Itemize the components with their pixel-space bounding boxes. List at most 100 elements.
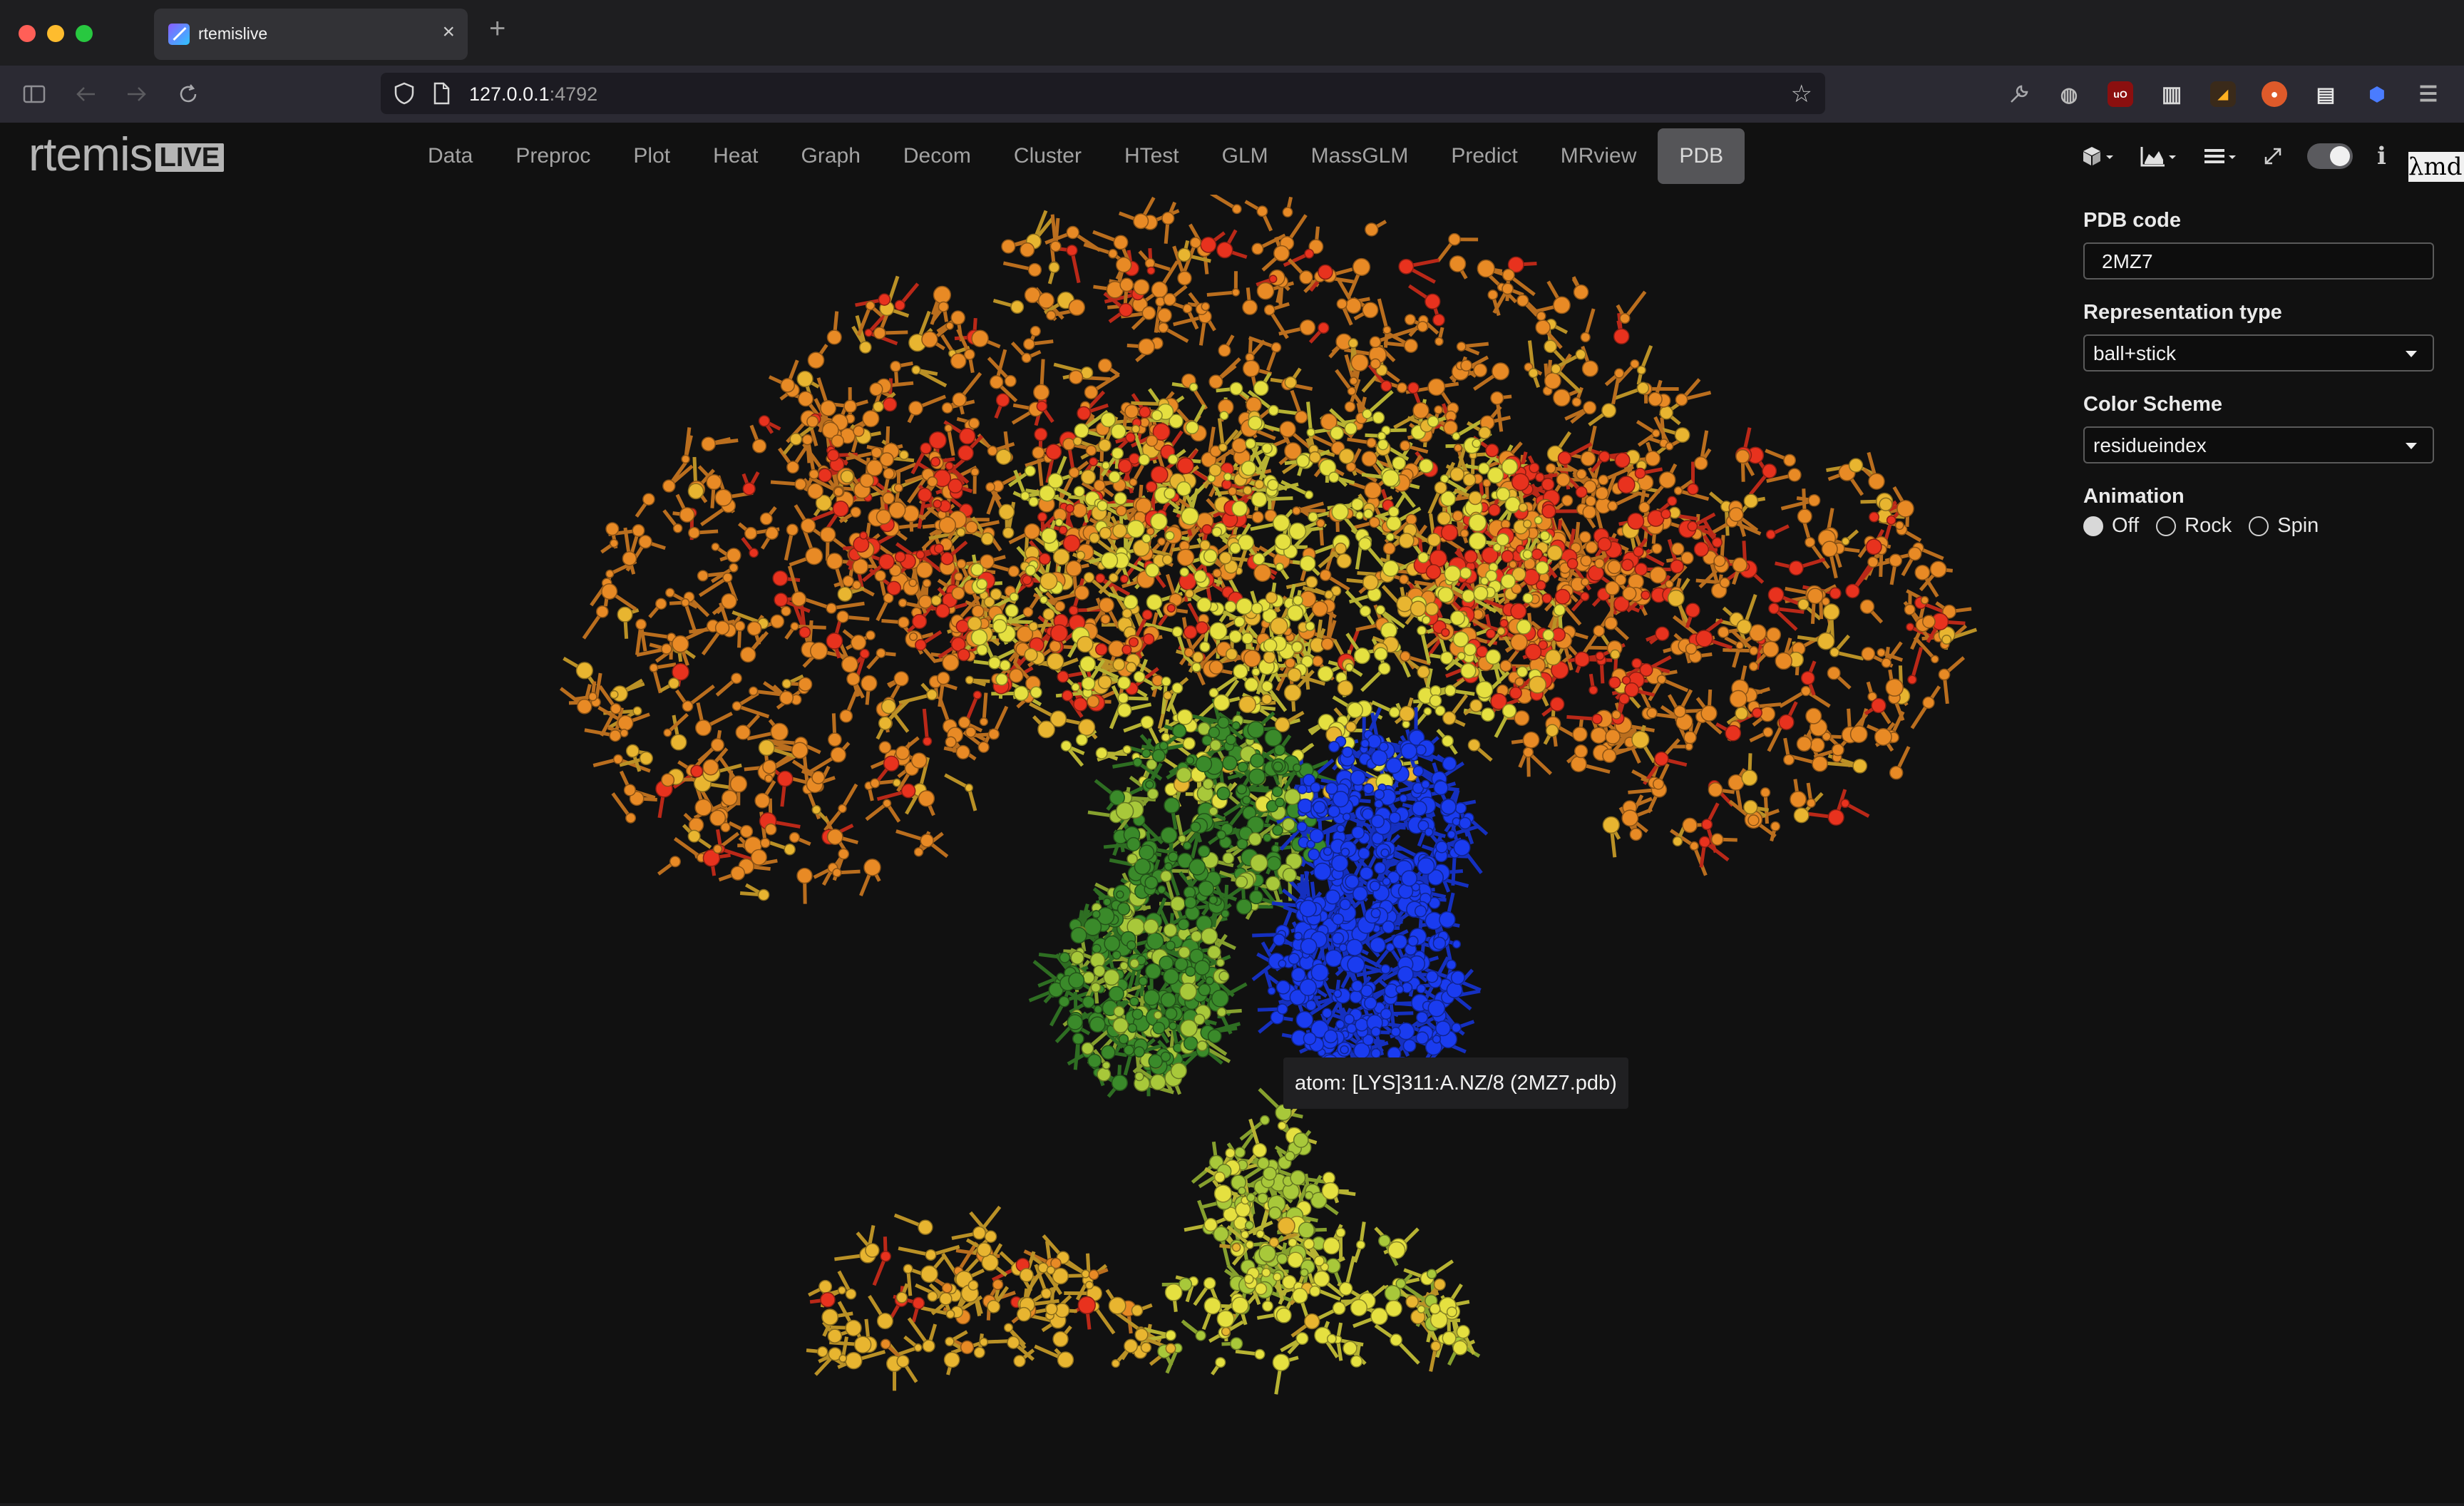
atom[interactable]	[1133, 213, 1149, 230]
atom[interactable]	[623, 784, 637, 796]
atom[interactable]	[1010, 300, 1025, 314]
atom[interactable]	[938, 516, 956, 534]
atom[interactable]	[1243, 485, 1253, 496]
atom[interactable]	[759, 512, 773, 526]
atom[interactable]	[649, 663, 659, 672]
atom[interactable]	[735, 724, 751, 740]
atom[interactable]	[1619, 312, 1631, 324]
back-arrow-icon[interactable]	[70, 78, 101, 110]
atom[interactable]	[959, 428, 976, 445]
atom[interactable]	[1424, 293, 1441, 309]
atom[interactable]	[1528, 368, 1539, 379]
atom[interactable]	[1002, 526, 1015, 539]
atom[interactable]	[798, 391, 813, 407]
atom[interactable]	[1583, 401, 1597, 415]
grid-extension-icon[interactable]: ▥	[2159, 81, 2185, 107]
atom[interactable]	[811, 770, 826, 784]
atom[interactable]	[694, 719, 712, 737]
atom[interactable]	[1085, 445, 1097, 456]
atom[interactable]	[846, 672, 861, 686]
atom[interactable]	[1200, 236, 1217, 253]
atom[interactable]	[1434, 405, 1443, 415]
atom[interactable]	[1630, 359, 1640, 369]
atom[interactable]	[878, 293, 891, 306]
atom[interactable]	[721, 593, 737, 610]
atom[interactable]	[830, 747, 846, 763]
atom[interactable]	[1256, 205, 1268, 217]
atom[interactable]	[1242, 359, 1261, 377]
atom[interactable]	[639, 751, 653, 766]
atom[interactable]	[809, 642, 828, 660]
atom[interactable]	[1256, 282, 1275, 300]
atom[interactable]	[729, 563, 739, 573]
atom[interactable]	[655, 598, 667, 610]
atom[interactable]	[1318, 322, 1330, 334]
atom[interactable]	[1404, 314, 1416, 326]
atom[interactable]	[1580, 451, 1596, 466]
atom[interactable]	[625, 744, 640, 758]
atom[interactable]	[958, 716, 971, 729]
atom[interactable]	[917, 487, 933, 503]
atom[interactable]	[1184, 647, 1194, 657]
atom[interactable]	[1575, 349, 1586, 360]
atom[interactable]	[730, 866, 746, 881]
atom[interactable]	[764, 823, 777, 836]
nav-plot[interactable]: Plot	[612, 128, 692, 184]
atom[interactable]	[965, 521, 978, 534]
forward-arrow-icon[interactable]	[121, 78, 153, 110]
expand-icon[interactable]	[2263, 146, 2283, 166]
atom[interactable]	[1068, 299, 1086, 316]
atom[interactable]	[1243, 650, 1261, 667]
atom[interactable]	[791, 591, 807, 607]
atom[interactable]	[1116, 257, 1132, 273]
atom[interactable]	[828, 732, 842, 747]
atom[interactable]	[833, 486, 844, 497]
atom[interactable]	[908, 632, 918, 641]
atom[interactable]	[898, 616, 910, 629]
atom[interactable]	[956, 558, 967, 569]
atom[interactable]	[898, 598, 908, 608]
atom[interactable]	[1581, 360, 1598, 377]
atom[interactable]	[622, 551, 637, 566]
atom[interactable]	[1099, 597, 1114, 613]
atom[interactable]	[989, 375, 1004, 389]
atom[interactable]	[722, 572, 733, 583]
atom[interactable]	[575, 662, 594, 680]
atom[interactable]	[1279, 421, 1296, 438]
atom[interactable]	[1405, 513, 1417, 526]
atom[interactable]	[1097, 358, 1112, 373]
area-chart-dropdown-icon[interactable]	[2140, 145, 2179, 167]
atom[interactable]	[1144, 257, 1156, 269]
atom[interactable]	[798, 677, 813, 692]
atom[interactable]	[749, 686, 759, 696]
atom[interactable]	[1412, 402, 1429, 419]
atom[interactable]	[605, 522, 620, 536]
atom[interactable]	[1163, 292, 1176, 307]
atom[interactable]	[1400, 650, 1411, 662]
atom[interactable]	[1161, 212, 1175, 225]
atom[interactable]	[786, 461, 800, 474]
atom[interactable]	[1573, 284, 1589, 300]
atom[interactable]	[1398, 258, 1415, 275]
atom[interactable]	[861, 675, 878, 692]
atom[interactable]	[820, 399, 837, 416]
atom[interactable]	[605, 569, 615, 578]
page-info-icon[interactable]	[429, 81, 453, 106]
atom[interactable]	[1490, 391, 1504, 405]
atom[interactable]	[1417, 321, 1429, 332]
atom[interactable]	[799, 626, 811, 638]
atom[interactable]	[826, 632, 843, 650]
atom[interactable]	[1403, 339, 1418, 353]
atom[interactable]	[609, 729, 622, 742]
atom[interactable]	[1141, 306, 1156, 320]
atom[interactable]	[1648, 391, 1663, 406]
atom[interactable]	[1072, 503, 1087, 518]
atom[interactable]	[818, 468, 833, 483]
atom[interactable]	[1125, 432, 1136, 443]
atom[interactable]	[876, 648, 886, 658]
atom[interactable]	[862, 410, 880, 428]
atom[interactable]	[910, 752, 928, 769]
atom[interactable]	[714, 488, 733, 507]
atom[interactable]	[1046, 310, 1057, 321]
atom[interactable]	[945, 322, 954, 330]
